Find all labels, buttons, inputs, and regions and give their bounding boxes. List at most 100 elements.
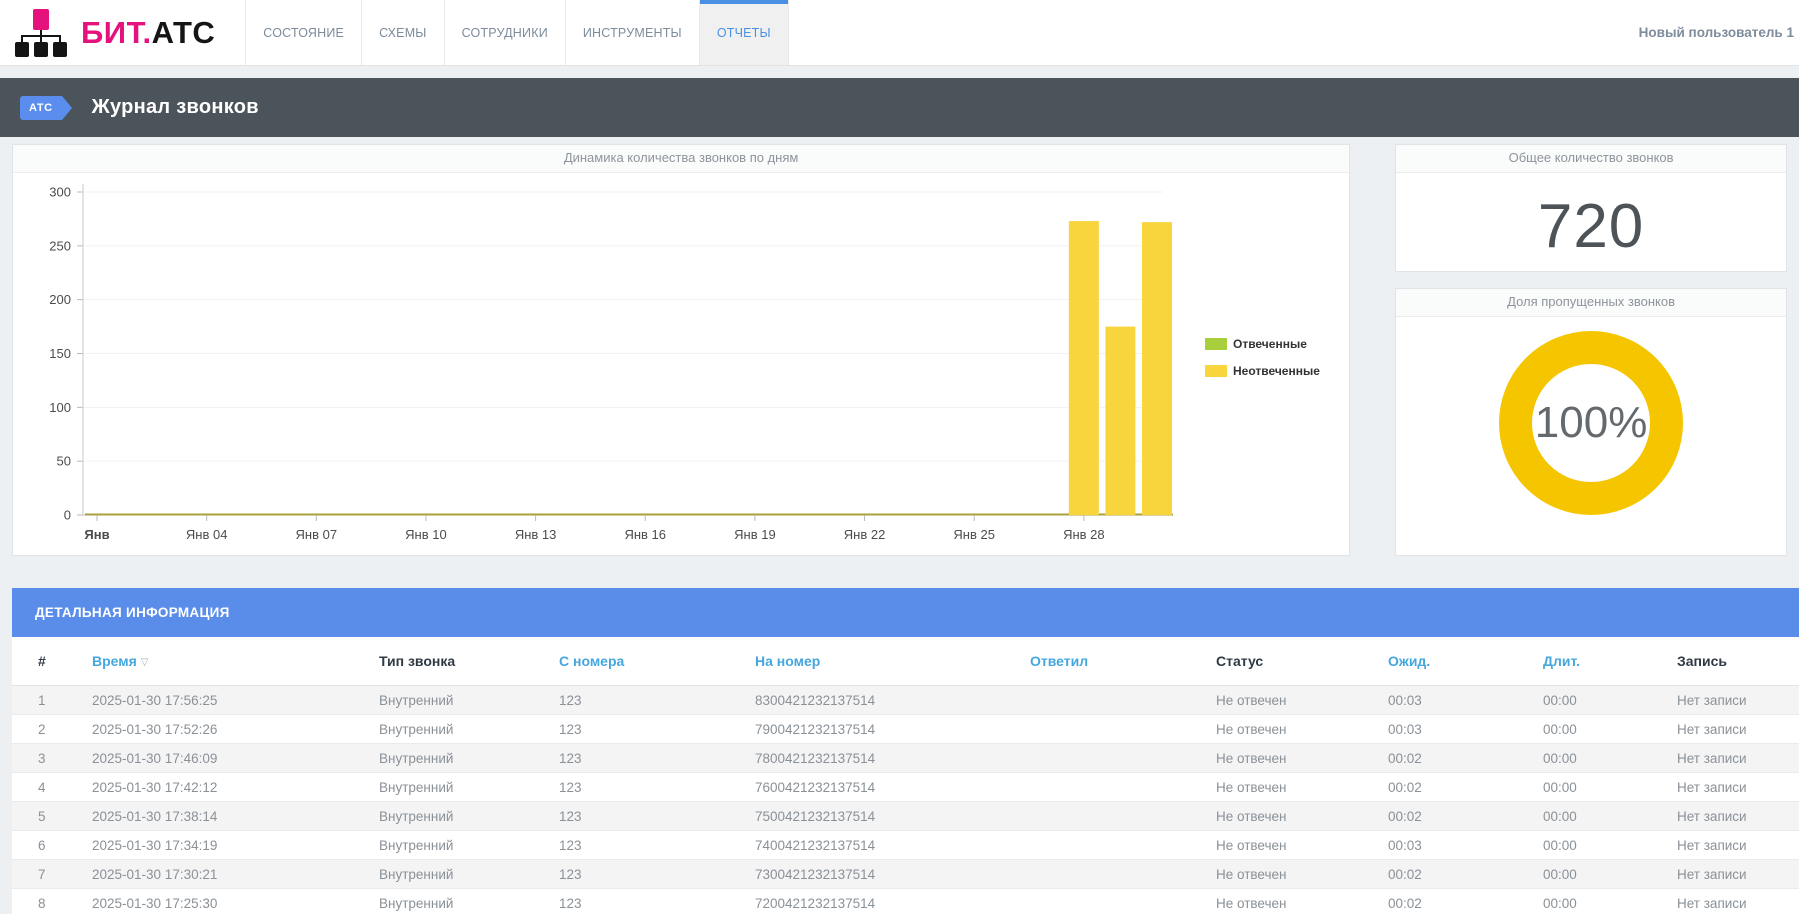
svg-text:Янв 10: Янв 10 (405, 527, 447, 542)
call-cell: 00:00 (1543, 831, 1677, 860)
sort-desc-icon: ▽ (141, 657, 149, 668)
brand-name: БИТ.АТС (81, 15, 215, 51)
call-cell (1030, 744, 1216, 773)
call-cell (1030, 860, 1216, 889)
col-to-number[interactable]: На номер (755, 637, 1030, 686)
call-cell: Внутренний (379, 889, 559, 914)
call-cell: Не отвечен (1216, 773, 1388, 802)
call-cell: 2025-01-30 17:30:21 (92, 860, 379, 889)
call-cell: 3 (12, 744, 92, 773)
svg-text:Янв 16: Янв 16 (624, 527, 666, 542)
col-wait[interactable]: Ожид. (1388, 637, 1543, 686)
svg-text:Янв 22: Янв 22 (844, 527, 886, 542)
tab-shemy[interactable]: СХЕМЫ (362, 0, 444, 65)
legend-swatch-icon (1205, 338, 1227, 350)
call-cell: 2025-01-30 17:52:26 (92, 715, 379, 744)
call-cell: 5 (12, 802, 92, 831)
call-cell: Внутренний (379, 802, 559, 831)
legend-item[interactable]: Отвеченные (1205, 337, 1320, 351)
user-menu[interactable]: Новый пользователь 1 (1639, 0, 1799, 65)
call-cell: 6 (12, 831, 92, 860)
call-cell: 00:03 (1388, 831, 1543, 860)
call-cell: 00:02 (1388, 744, 1543, 773)
call-cell: 00:00 (1543, 860, 1677, 889)
col-duration[interactable]: Длит. (1543, 637, 1677, 686)
total-calls-card: Общее количество звонков 720 (1395, 144, 1787, 272)
call-cell: Внутренний (379, 686, 559, 715)
chart-title: Динамика количества звонков по дням (13, 145, 1349, 173)
call-cell: 00:00 (1543, 889, 1677, 914)
call-cell: 7800421232137514 (755, 744, 1030, 773)
top-bar: БИТ.АТС СОСТОЯНИЕ СХЕМЫ СОТРУДНИКИ ИНСТР… (0, 0, 1799, 66)
call-row: 32025-01-30 17:46:09Внутренний1237800421… (12, 744, 1799, 773)
col-record: Запись (1677, 637, 1799, 686)
tab-sotrudniki[interactable]: СОТРУДНИКИ (445, 0, 566, 65)
call-cell: 123 (559, 831, 755, 860)
svg-text:50: 50 (57, 454, 71, 469)
call-cell: Внутренний (379, 744, 559, 773)
call-row: 62025-01-30 17:34:19Внутренний1237400421… (12, 831, 1799, 860)
svg-text:300: 300 (49, 185, 71, 200)
col-answered-by[interactable]: Ответил (1030, 637, 1216, 686)
tab-instrumenty[interactable]: ИНСТРУМЕНТЫ (566, 0, 700, 65)
call-cell: 00:02 (1388, 889, 1543, 914)
call-cell (1030, 773, 1216, 802)
calls-table-panel: # Время▽ Тип звонка С номера На номер От… (12, 637, 1799, 914)
svg-text:Янв 07: Янв 07 (296, 527, 338, 542)
svg-text:Янв 04: Янв 04 (186, 527, 228, 542)
missed-share-title: Доля пропущенных звонков (1396, 289, 1786, 317)
svg-text:200: 200 (49, 292, 71, 307)
call-row: 12025-01-30 17:56:25Внутренний1238300421… (12, 686, 1799, 715)
call-cell (1030, 715, 1216, 744)
call-cell (1030, 686, 1216, 715)
call-cell: Внутренний (379, 860, 559, 889)
col-time[interactable]: Время▽ (92, 637, 379, 686)
legend-label: Отвеченные (1233, 337, 1307, 351)
call-cell: 123 (559, 715, 755, 744)
col-call-type: Тип звонка (379, 637, 559, 686)
call-cell: Внутренний (379, 831, 559, 860)
call-cell: Нет записи (1677, 889, 1799, 914)
call-cell: 4 (12, 773, 92, 802)
bar-chart-svg: 050100150200250300ЯнвЯнв 04Янв 07Янв 10Я… (13, 173, 1377, 557)
col-from-number[interactable]: С номера (559, 637, 755, 686)
tab-sostoyanie[interactable]: СОСТОЯНИЕ (245, 0, 362, 65)
call-cell: 2025-01-30 17:34:19 (92, 831, 379, 860)
org-chart-logo-icon (14, 9, 68, 57)
call-row: 52025-01-30 17:38:14Внутренний1237500421… (12, 802, 1799, 831)
call-cell: Нет записи (1677, 831, 1799, 860)
tab-otchety[interactable]: ОТЧЕТЫ (700, 0, 789, 65)
call-cell: 00:02 (1388, 860, 1543, 889)
call-cell (1030, 889, 1216, 914)
legend-item[interactable]: Неотвеченные (1205, 364, 1320, 378)
table-header-row: # Время▽ Тип звонка С номера На номер От… (12, 637, 1799, 686)
total-calls-value: 720 (1396, 191, 1786, 262)
call-cell: 2025-01-30 17:25:30 (92, 889, 379, 914)
call-cell: 123 (559, 744, 755, 773)
svg-text:Янв 28: Янв 28 (1063, 527, 1105, 542)
page-title: Журнал звонков (92, 96, 259, 119)
call-cell: 1 (12, 686, 92, 715)
call-cell: Нет записи (1677, 715, 1799, 744)
call-cell: Нет записи (1677, 773, 1799, 802)
call-cell: 123 (559, 889, 755, 914)
call-cell: 00:03 (1388, 715, 1543, 744)
call-cell (1030, 802, 1216, 831)
svg-text:Янв: Янв (84, 527, 109, 542)
chart-legend: Отвеченные Неотвеченные (1205, 337, 1320, 391)
brand-logo[interactable]: БИТ.АТС (0, 0, 245, 65)
col-status: Статус (1216, 637, 1388, 686)
call-cell: 123 (559, 860, 755, 889)
bar-chart: 050100150200250300ЯнвЯнв 04Янв 07Янв 10Я… (13, 173, 1349, 557)
main-nav: СОСТОЯНИЕ СХЕМЫ СОТРУДНИКИ ИНСТРУМЕНТЫ О… (245, 0, 788, 65)
call-cell: 00:00 (1543, 802, 1677, 831)
svg-text:Янв 19: Янв 19 (734, 527, 776, 542)
call-cell: 00:00 (1543, 744, 1677, 773)
call-cell: 7900421232137514 (755, 715, 1030, 744)
svg-text:Янв 25: Янв 25 (953, 527, 995, 542)
total-calls-title: Общее количество звонков (1396, 145, 1786, 173)
svg-text:0: 0 (64, 508, 71, 523)
call-cell: 7 (12, 860, 92, 889)
call-cell: 00:03 (1388, 686, 1543, 715)
call-cell: 2025-01-30 17:42:12 (92, 773, 379, 802)
